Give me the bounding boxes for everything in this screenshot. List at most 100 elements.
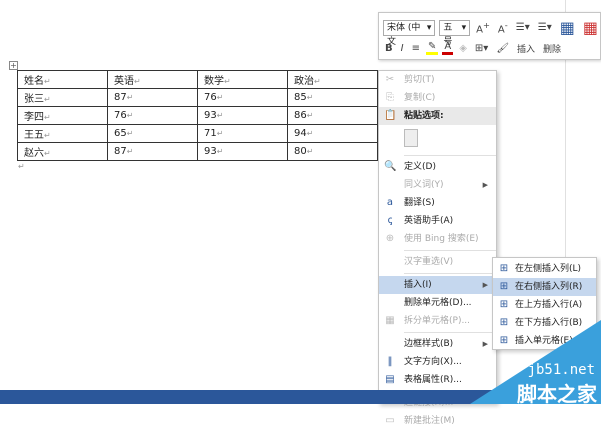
insert-button[interactable]: 插入 [515,42,537,55]
table-cell[interactable]: 85↵ [287,88,378,107]
highlight-icon[interactable]: ✎ [425,41,439,55]
menu-item[interactable]: ⊕ 使用 Bing 搜索(E) [379,230,496,248]
text-direction-icon: ‖ [387,356,393,367]
table-cell[interactable]: 李四↵ [17,106,108,125]
menu-item[interactable]: a 翻译(S) [379,194,496,212]
borders-icon[interactable]: ⊞▾ [473,43,490,54]
table-cell[interactable]: 93↵ [197,142,288,161]
menu-item-label: 新建批注(M) [404,416,455,426]
font-size-select[interactable]: 五号 ▾ [439,19,471,47]
menu-item[interactable]: 删除单元格(D)... [379,294,496,312]
menu-item[interactable]: 边框样式(B) ▶ [379,335,496,353]
table-row: 李四↵ 76↵ 93↵ 86↵ [17,106,378,125]
table-cell[interactable]: 71↵ [197,124,288,143]
table-row: 姓名↵ 英语↵ 数学↵ 政治↵ [17,70,378,89]
insert-column-right-icon: ⊞ [499,281,509,292]
table-cell[interactable]: 政治↵ [287,70,378,89]
menu-item[interactable]: ⊞ 在上方插入行(A) [493,296,596,314]
menu-item[interactable]: 汉字重选(V) [379,253,496,271]
menu-separator [404,250,496,251]
menu-item[interactable]: ⊞ 在下方插入行(B) [493,314,596,332]
numbering-icon[interactable]: ☰▾ [536,22,554,33]
submenu-arrow-icon: ▶ [482,340,488,348]
shrink-font-icon[interactable]: A- [496,20,510,35]
menu-item-label: 英语助手(A) [404,216,454,226]
submenu-arrow-icon: ▶ [482,181,488,189]
font-size-value: 五号 [443,22,453,47]
menu-item-label: 删除单元格(D)... [404,298,472,308]
table-cell[interactable]: 80↵ [287,142,378,161]
menu-item-label: 插入(I) [404,280,432,290]
table-row: 王五↵ 65↵ 71↵ 94↵ [17,124,378,143]
table-cell[interactable]: 87↵ [107,88,198,107]
menu-item[interactable]: ▤ 表格属性(R)... [379,371,496,389]
table-properties-icon: ▤ [385,374,395,385]
menu-item-label: 在右侧插入列(R) [515,282,583,292]
table-row: 赵六↵ 87↵ 93↵ 80↵ [17,142,378,161]
center-align-icon[interactable]: ≡ [410,43,422,54]
menu-item-label: 在左侧插入列(L) [515,264,582,274]
translate-icon: a [386,197,394,208]
table-move-handle[interactable]: + [9,61,18,70]
grow-font-icon[interactable]: A+ [474,20,492,35]
menu-item-label: 在下方插入行(B) [515,318,583,328]
cell-text: 87 [114,146,127,157]
menu-item[interactable]: ⊞ 在左侧插入列(L) [493,260,596,278]
table-cell[interactable]: 87↵ [107,142,198,161]
menu-item[interactable]: 🔍 定义(D) [379,158,496,176]
table-cell[interactable]: 英语↵ [107,70,198,89]
menu-item[interactable]: ✂ 剪切(T) [379,71,496,89]
menu-item[interactable]: ▭ 新建批注(M) [379,412,496,430]
menu-item[interactable]: ꞔ 英语助手(A) [379,212,496,230]
copy-icon: ⎘ [386,92,394,103]
bullets-icon[interactable]: ☰▾ [514,22,532,33]
insert-table-icon[interactable]: ▦ [558,18,577,37]
menu-item-label: 使用 Bing 搜索(E) [404,234,479,244]
cell-text: 93 [204,110,217,121]
cell-text: 93 [204,146,217,157]
score-table: 姓名↵ 英语↵ 数学↵ 政治↵ 张三↵ 87↵ 76↵ 85↵ 李四↵ 76↵ 93↵ 86↵ 王五↵ 6… [17,70,378,161]
cell-text: 85 [294,92,307,103]
table-cell[interactable]: 王五↵ [17,124,108,143]
menu-item-label: 拆分单元格(P)... [404,316,471,326]
bold-icon[interactable]: B [383,43,395,54]
table-cell[interactable]: 76↵ [197,88,288,107]
cell-text: 76 [204,92,217,103]
english-assistant-icon: ꞔ [387,215,393,226]
menu-item-label: 定义(D) [404,162,436,172]
table-cell[interactable]: 76↵ [107,106,198,125]
menu-item[interactable]: ‖ 文字方向(X)... [379,353,496,371]
table-cell[interactable]: 数学↵ [197,70,288,89]
table-cell[interactable]: 张三↵ [17,88,108,107]
menu-item[interactable]: ▦ 拆分单元格(P)... [379,312,496,330]
italic-icon[interactable]: I [399,43,406,54]
menu-item[interactable]: ⊞ 在右侧插入列(R) [493,278,596,296]
shading-icon[interactable]: ◈ [457,43,469,54]
paste-clipboard-icon [404,129,418,147]
menu-item[interactable]: 同义词(Y) ▶ [379,176,496,194]
table-cell[interactable]: 93↵ [197,106,288,125]
table-cell[interactable]: 赵六↵ [17,142,108,161]
cell-text: 80 [294,146,307,157]
paragraph-mark: ↵ [18,162,25,171]
table-cell[interactable]: 94↵ [287,124,378,143]
menu-item[interactable]: ⎘ 复制(C) [379,89,496,107]
table-cell[interactable]: 65↵ [107,124,198,143]
font-color-icon[interactable]: A [442,41,454,55]
table-cell[interactable]: 姓名↵ [17,70,108,89]
menu-item-label: 表格属性(R)... [404,375,462,385]
delete-button[interactable]: 删除 [541,42,563,55]
format-painter-icon[interactable]: 🖌 [494,43,511,54]
menu-item[interactable]: 插入(I) ▶ [379,276,496,294]
insert-row-above-icon: ⊞ [499,299,509,310]
font-select[interactable]: 宋体 (中文 ▾ [383,19,436,47]
menu-separator [404,155,496,156]
define-icon: 🔍 [384,161,397,172]
cell-text: 94 [294,128,307,139]
menu-separator [404,332,496,333]
submenu-arrow-icon: ▶ [482,281,488,289]
delete-table-icon[interactable]: ▦ [581,18,600,37]
paste-keep-text-option[interactable] [379,125,496,153]
table-cell[interactable]: 86↵ [287,106,378,125]
menu-item-label: 粘贴选项: [404,111,444,121]
